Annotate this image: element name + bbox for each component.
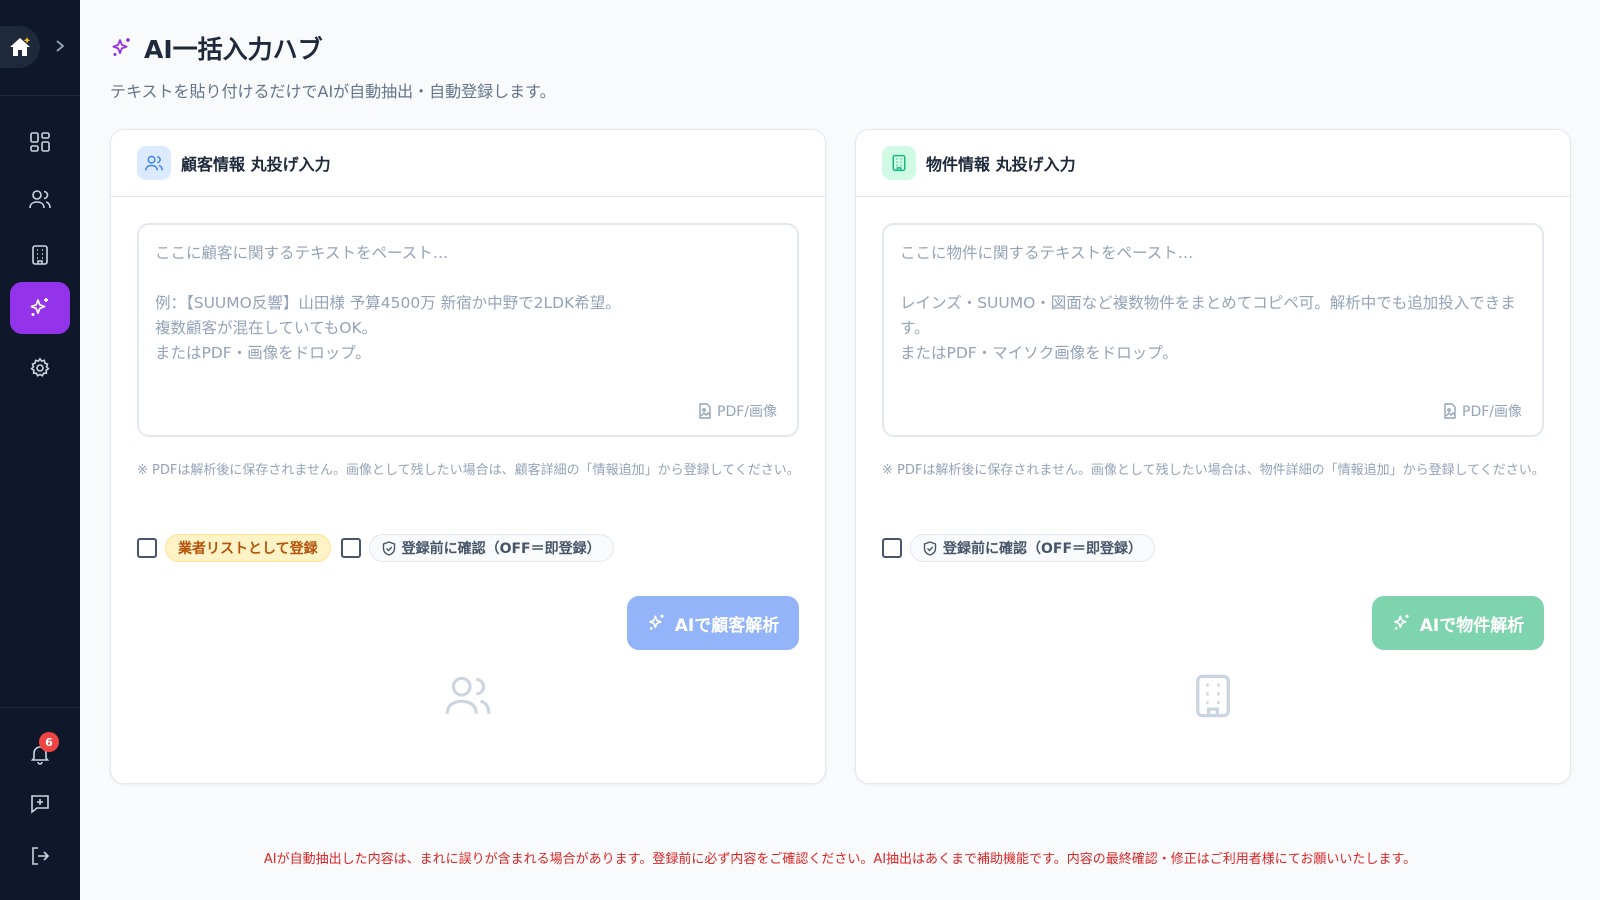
sidebar: 6 xyxy=(0,0,80,900)
options-row: 業者リストとして登録 登録前に確認（OFF＝即登録） xyxy=(137,534,624,562)
sidebar-item-properties[interactable] xyxy=(10,229,70,281)
ai-property-analyze-label: AIで物件解析 xyxy=(1419,615,1525,636)
page-subtitle: テキストを貼り付けるだけでAIが自動抽出・自動登録します。 xyxy=(110,82,556,101)
chevron-right-icon[interactable] xyxy=(52,38,68,54)
confirm-option-text: 登録前に確認（OFF＝即登録） xyxy=(943,541,1143,557)
shield-check-icon xyxy=(382,540,395,556)
sparkles-icon xyxy=(1393,614,1409,630)
confirm-checkbox[interactable] xyxy=(340,538,361,558)
card-header: 顧客情報 丸投げ入力 xyxy=(111,130,825,197)
users-icon xyxy=(137,146,171,180)
confirm-checkbox[interactable] xyxy=(882,538,902,558)
confirm-option-text: 登録前に確認（OFF＝即登録） xyxy=(401,541,601,557)
ai-customer-analyze-label: AIで顧客解析 xyxy=(674,615,780,636)
vendor-option-text: 業者リストとして登録 xyxy=(178,541,318,557)
pdf-upload-button[interactable]: PDF/画像 xyxy=(1443,401,1522,421)
dashboard-icon xyxy=(30,132,50,152)
gear-icon xyxy=(30,357,50,377)
confirm-option-label[interactable]: 登録前に確認（OFF＝即登録） xyxy=(368,534,614,562)
sparkles-icon xyxy=(648,614,664,630)
customer-text-dropzone[interactable]: PDF/画像 xyxy=(137,223,799,437)
message-plus-icon xyxy=(31,795,49,814)
confirm-option-label[interactable]: 登録前に確認（OFF＝即登録） xyxy=(910,534,1156,562)
building-icon xyxy=(1189,672,1237,724)
card-header: 物件情報 丸投げ入力 xyxy=(856,130,1570,197)
property-text-input[interactable] xyxy=(900,241,1526,396)
shield-check-icon xyxy=(923,540,937,556)
property-input-card: 物件情報 丸投げ入力 PDF/画像 ※ PDFは解析後に保存されません。画像とし… xyxy=(855,129,1571,784)
sidebar-item-dashboard[interactable] xyxy=(10,116,70,168)
property-text-dropzone[interactable]: PDF/画像 xyxy=(882,223,1544,437)
building-icon xyxy=(32,245,48,265)
sidebar-item-ai-hub[interactable] xyxy=(10,282,70,334)
feedback-button[interactable] xyxy=(10,778,70,830)
pdf-upload-button[interactable]: PDF/画像 xyxy=(698,401,777,421)
vendor-checkbox[interactable] xyxy=(137,538,157,558)
pdf-upload-label: PDF/画像 xyxy=(717,404,777,420)
home-sparkle-icon[interactable] xyxy=(0,26,40,68)
building-icon xyxy=(882,146,916,180)
file-image-icon xyxy=(1444,403,1456,419)
logout-icon xyxy=(32,847,50,865)
notification-badge: 6 xyxy=(39,732,59,752)
customer-input-card: 顧客情報 丸投げ入力 PDF/画像 ※ PDFは解析後に保存されません。画像とし… xyxy=(110,129,826,784)
file-image-icon xyxy=(699,403,711,419)
sidebar-divider xyxy=(0,707,80,708)
page-title-text: AI一括入力ハブ xyxy=(144,35,323,64)
sidebar-divider xyxy=(0,95,80,96)
options-row: 登録前に確認（OFF＝即登録） xyxy=(882,534,1165,562)
logout-button[interactable] xyxy=(10,830,70,882)
page-title: AI一括入力ハブ xyxy=(110,30,323,66)
pdf-upload-label: PDF/画像 xyxy=(1462,404,1522,420)
pdf-note: ※ PDFは解析後に保存されません。画像として残したい場合は、顧客詳細の「情報追… xyxy=(137,463,800,478)
sparkles-icon xyxy=(112,38,130,56)
sidebar-item-settings[interactable] xyxy=(10,342,70,394)
ai-disclaimer: AIが自動抽出した内容は、まれに誤りが含まれる場合があります。登録前に必ず内容を… xyxy=(263,852,1417,867)
ai-property-analyze-button[interactable]: AIで物件解析 xyxy=(1372,596,1544,650)
sidebar-item-customers[interactable] xyxy=(10,173,70,225)
ai-customer-analyze-button[interactable]: AIで顧客解析 xyxy=(627,596,799,650)
sparkles-icon xyxy=(30,298,48,316)
users-icon xyxy=(29,190,51,209)
vendor-option-label[interactable]: 業者リストとして登録 xyxy=(165,534,331,562)
pdf-note: ※ PDFは解析後に保存されません。画像として残したい場合は、物件詳細の「情報追… xyxy=(882,463,1545,478)
card-title: 物件情報 丸投げ入力 xyxy=(926,155,1076,174)
card-title: 顧客情報 丸投げ入力 xyxy=(181,155,331,174)
customer-text-input[interactable] xyxy=(155,241,781,396)
users-icon xyxy=(443,672,493,722)
